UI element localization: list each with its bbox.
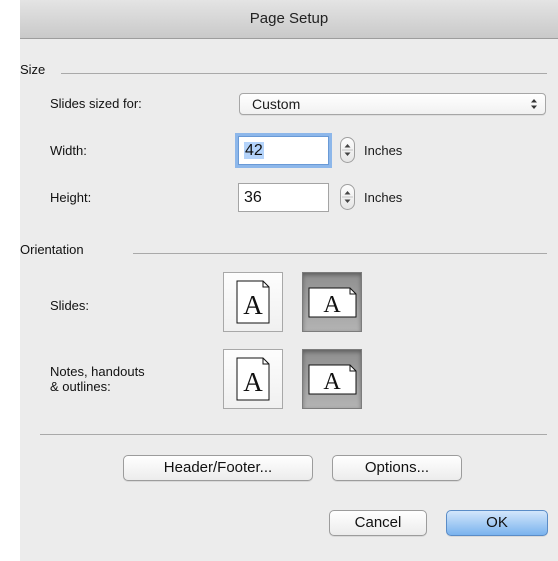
header-footer-button[interactable]: Header/Footer...	[123, 455, 313, 481]
ok-button[interactable]: OK	[446, 510, 548, 536]
orientation-section-label: Orientation	[20, 242, 84, 257]
portrait-page-glyph: A	[243, 367, 263, 397]
notes-landscape-button[interactable]: A	[302, 349, 362, 409]
height-label: Height:	[50, 190, 92, 205]
landscape-page-icon: A	[308, 364, 357, 395]
page-setup-dialog: Page Setup Size Slides sized for: Custom…	[20, 0, 558, 561]
landscape-page-icon: A	[308, 287, 357, 318]
notes-label-line2: & outlines:	[50, 379, 111, 394]
landscape-page-glyph: A	[323, 292, 341, 318]
slides-sized-for-label: Slides sized for:	[50, 96, 142, 111]
title-bar[interactable]: Page Setup	[20, 0, 558, 39]
portrait-page-icon: A	[236, 357, 270, 401]
width-unit-label: Inches	[364, 143, 403, 158]
width-field[interactable]: 42	[238, 136, 329, 165]
size-section-label: Size	[20, 62, 46, 77]
size-section-divider	[61, 73, 547, 74]
portrait-page-icon: A	[236, 280, 270, 324]
width-field-value: 42	[244, 142, 264, 159]
bottom-divider	[40, 434, 547, 435]
cancel-button[interactable]: Cancel	[329, 510, 427, 536]
stepper-icon	[342, 144, 353, 156]
height-unit-label: Inches	[364, 190, 403, 205]
slides-orientation-label: Slides:	[50, 298, 90, 313]
notes-orientation-label: Notes, handouts & outlines:	[50, 364, 145, 394]
height-field[interactable]: 36	[238, 183, 329, 212]
height-stepper[interactable]	[340, 184, 355, 210]
stepper-icon	[342, 191, 353, 203]
landscape-page-glyph: A	[323, 369, 341, 395]
portrait-page-glyph: A	[243, 290, 263, 320]
slides-landscape-button[interactable]: A	[302, 272, 362, 332]
notes-label-line1: Notes, handouts	[50, 364, 145, 379]
notes-portrait-button[interactable]: A	[223, 349, 283, 409]
height-field-value: 36	[244, 189, 262, 206]
width-stepper[interactable]	[340, 137, 355, 163]
slides-sized-for-select[interactable]: Custom	[239, 93, 546, 115]
window-title: Page Setup	[249, 10, 329, 27]
width-label: Width:	[50, 143, 87, 158]
up-down-arrows-icon	[530, 97, 538, 111]
orientation-section-divider	[133, 253, 547, 254]
slides-sized-for-value: Custom	[252, 96, 301, 112]
slides-portrait-button[interactable]: A	[223, 272, 283, 332]
options-button[interactable]: Options...	[332, 455, 462, 481]
